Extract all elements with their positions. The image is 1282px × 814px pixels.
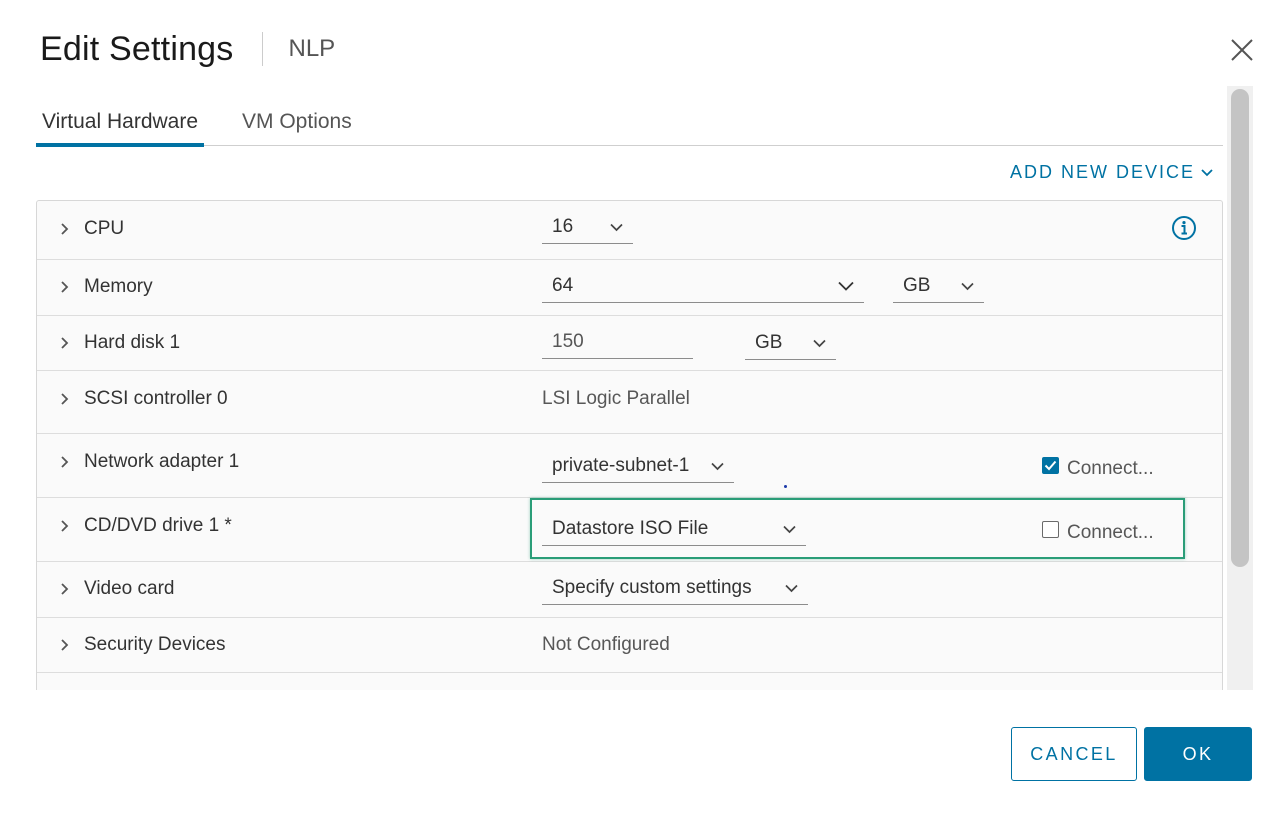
add-new-device-label: ADD NEW DEVICE [1010,162,1196,182]
row-cpu: CPU 16 [37,201,1222,260]
scsi-value: LSI Logic Parallel [542,388,690,409]
tab-virtual-hardware[interactable]: Virtual Hardware [36,100,205,147]
chevron-right-icon [61,520,69,532]
chevron-right-icon [61,393,69,405]
security-devices-label: Security Devices [84,634,226,655]
chevron-right-icon [61,456,69,468]
row-memory: Memory 64 GB [37,260,1222,316]
network-value: private-subnet-1 [552,455,690,476]
checkbox-checked-icon [1042,456,1059,474]
chevron-down-icon [711,462,724,470]
tab-bar: Virtual Hardware VM Options [36,100,1223,147]
cancel-button[interactable]: CANCEL [1011,727,1137,781]
cd-dvd-connect-checkbox[interactable]: Connect... [1042,520,1154,544]
chevron-down-icon [961,282,974,290]
memory-select[interactable]: 64 [542,270,864,303]
cpu-label: CPU [84,218,125,239]
close-icon[interactable] [1228,36,1256,64]
hard-disk-unit-select[interactable]: GB [745,327,836,360]
tab-vm-options[interactable]: VM Options [236,100,358,146]
chevron-down-icon [783,525,796,533]
memory-expander[interactable]: Memory [59,276,153,298]
row-scsi-controller: SCSI controller 0 LSI Logic Parallel [37,371,1222,434]
hard-disk-label: Hard disk 1 [84,332,181,353]
scsi-expander[interactable]: SCSI controller 0 [59,388,228,410]
chevron-right-icon [61,337,69,349]
security-devices-value: Not Configured [542,634,670,655]
ok-button[interactable]: OK [1144,727,1252,781]
network-connect-label: Connect... [1067,458,1154,479]
memory-label: Memory [84,276,153,297]
network-connect-checkbox[interactable]: Connect... [1042,456,1154,480]
cd-dvd-connect-label: Connect... [1067,522,1154,543]
hardware-grid: CPU 16 Memory 64 GB Hard disk 1 150 GB S… [36,200,1223,690]
row-video-card: Video card Specify custom settings [37,562,1222,618]
cpu-value: 16 [552,216,574,237]
dialog-subtitle: NLP [288,35,336,62]
row-hard-disk: Hard disk 1 150 GB [37,316,1222,371]
hard-disk-unit: GB [755,332,783,353]
cpu-expander[interactable]: CPU [59,218,124,240]
cd-dvd-value: Datastore ISO File [552,518,709,539]
chevron-right-icon [61,223,69,235]
memory-unit: GB [903,275,931,296]
add-new-device-button[interactable]: ADD NEW DEVICE [1010,162,1213,183]
cd-dvd-label: CD/DVD drive 1 * [84,515,232,536]
chevron-down-icon [785,584,798,592]
stray-dot [784,485,787,488]
checkbox-unchecked-icon [1042,520,1059,538]
scsi-label: SCSI controller 0 [84,388,228,409]
network-adapter-expander[interactable]: Network adapter 1 [59,451,239,473]
chevron-down-icon [838,281,854,291]
chevron-right-icon [61,583,69,595]
info-icon[interactable] [1171,215,1197,241]
video-card-select[interactable]: Specify custom settings [542,572,808,605]
dialog-header: Edit Settings NLP [40,26,335,72]
cd-dvd-media-select[interactable]: Datastore ISO File [542,513,806,546]
video-card-value: Specify custom settings [552,577,752,598]
title-divider [261,32,263,66]
chevron-right-icon [61,639,69,651]
chevron-down-icon [813,339,826,347]
video-card-label: Video card [84,578,175,599]
cd-dvd-expander[interactable]: CD/DVD drive 1 * [59,515,232,537]
row-security-devices: Security Devices Not Configured [37,618,1222,673]
dialog-title: Edit Settings [40,29,234,68]
memory-unit-select[interactable]: GB [893,270,984,303]
video-card-expander[interactable]: Video card [59,578,175,600]
hard-disk-size-input[interactable]: 150 [542,326,693,359]
hard-disk-expander[interactable]: Hard disk 1 [59,332,180,354]
security-devices-expander[interactable]: Security Devices [59,634,226,656]
cpu-select[interactable]: 16 [542,211,633,244]
network-adapter-label: Network adapter 1 [84,451,240,472]
row-network-adapter: Network adapter 1 private-subnet-1 Conne… [37,434,1222,498]
chevron-right-icon [61,281,69,293]
memory-value: 64 [552,275,574,296]
scrollbar-thumb[interactable] [1231,89,1249,567]
network-select[interactable]: private-subnet-1 [542,450,734,483]
row-cd-dvd-drive: CD/DVD drive 1 * Datastore ISO File Conn… [37,498,1222,562]
chevron-down-icon [610,223,623,231]
chevron-down-icon [1201,168,1213,176]
